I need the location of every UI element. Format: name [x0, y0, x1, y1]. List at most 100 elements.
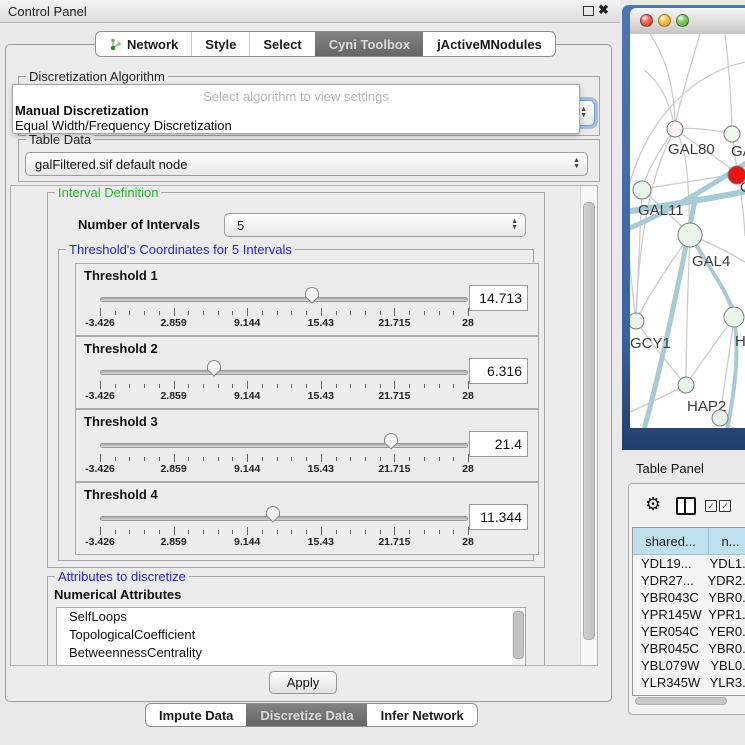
tick-mark: [380, 384, 381, 388]
table-row[interactable]: YBL079WYBL0...: [633, 657, 745, 674]
network-node-GA[interactable]: [724, 126, 740, 142]
slider-track[interactable]: [100, 370, 468, 375]
tick-label: -3.426: [85, 463, 115, 475]
gear-icon[interactable]: ⚙: [645, 494, 661, 515]
tab-discretize-data[interactable]: Discretize Data: [246, 704, 366, 726]
columns-icon[interactable]: [676, 497, 696, 515]
tab-impute-data[interactable]: Impute Data: [146, 704, 246, 726]
threshold-value-field[interactable]: 6.316: [469, 358, 528, 384]
tick-mark: [115, 384, 116, 388]
scrollbar-thumb[interactable]: [635, 697, 727, 705]
tick-mark: [453, 311, 454, 315]
checkbox-icon[interactable]: ✓: [719, 500, 731, 512]
traffic-light-close-icon[interactable]: [640, 14, 653, 27]
table-row[interactable]: YDL19...YDL1...: [633, 555, 745, 572]
screen: Control Panel ✖ Network Style Select Cyn…: [0, 0, 745, 745]
slider-thumb[interactable]: [206, 360, 222, 377]
tick-mark: [306, 457, 307, 461]
tab-style[interactable]: Style: [191, 32, 249, 56]
threshold-value-field[interactable]: 21.4: [469, 431, 528, 457]
tick-mark: [129, 311, 130, 315]
tab-label: Cyni Toolbox: [329, 37, 410, 52]
column-header-name[interactable]: n...: [709, 528, 745, 554]
network-node-GCY1[interactable]: [630, 313, 644, 329]
scrollbar-thumb[interactable]: [513, 611, 524, 659]
threshold-value-field[interactable]: 11.344: [469, 504, 528, 530]
table-row[interactable]: YBR045CYBR0...: [633, 640, 745, 657]
network-node-partial[interactable]: [712, 410, 728, 426]
table-horizontal-scrollbar[interactable]: [633, 697, 743, 705]
apply-button[interactable]: Apply: [269, 671, 337, 694]
settings-scroll-area: Interval Definition Number of Intervals …: [10, 185, 598, 666]
table-row[interactable]: YPR145WYPR1...: [633, 606, 745, 623]
network-edge: [675, 128, 732, 134]
table-row[interactable]: YER054CYER0...: [633, 623, 745, 640]
network-edge: [650, 34, 675, 121]
threshold-label: Threshold 1: [84, 268, 158, 283]
slider-thumb[interactable]: [265, 506, 281, 523]
tick-mark: [424, 384, 425, 388]
traffic-light-zoom-icon[interactable]: [676, 14, 689, 27]
list-item[interactable]: BetweennessCentrality: [57, 644, 525, 662]
threshold-value-field[interactable]: 14.713: [469, 285, 528, 311]
table-header-row: shared... n...: [633, 528, 745, 555]
list-item[interactable]: TopologicalCoefficient: [57, 626, 525, 644]
float-window-icon[interactable]: [583, 6, 594, 16]
network-node-HAP2[interactable]: [678, 377, 694, 393]
column-header-shared-name[interactable]: shared...: [633, 528, 709, 554]
settings-scrollbar[interactable]: [580, 186, 597, 665]
combo-arrows-icon: ▲▼: [573, 153, 580, 175]
tick-label: 28: [462, 536, 474, 548]
tab-select[interactable]: Select: [249, 32, 314, 56]
table-row[interactable]: YDR27...YDR2...: [633, 572, 745, 589]
dropdown-item-equal-width-frequency[interactable]: Equal Width/Frequency Discretization: [15, 118, 232, 133]
tab-infer-network[interactable]: Infer Network: [367, 704, 477, 726]
network-edge: [630, 385, 686, 414]
list-item[interactable]: SelfLoops: [57, 608, 525, 626]
dropdown-item-manual-discretization[interactable]: Manual Discretization: [15, 103, 149, 118]
table-row[interactable]: YIL053CYIL0...: [633, 691, 745, 696]
tab-label: Network: [127, 37, 178, 52]
slider-thumb[interactable]: [383, 433, 399, 450]
tab-network[interactable]: Network: [96, 32, 191, 56]
tick-label: 2.859: [160, 390, 186, 402]
tick-mark: [203, 384, 204, 388]
tick-label: -3.426: [85, 536, 115, 548]
group-title: Attributes to discretize: [55, 569, 189, 584]
slider-track[interactable]: [100, 443, 468, 448]
checkbox-icon[interactable]: ✓: [705, 500, 717, 512]
traffic-light-minimize-icon[interactable]: [658, 14, 671, 27]
network-node-GAL11[interactable]: [633, 181, 651, 199]
table-row[interactable]: YBR043CYBR0...: [633, 589, 745, 606]
network-node-H[interactable]: [724, 307, 744, 327]
tick-mark: [277, 311, 278, 315]
table-row[interactable]: YLR345WYLR3...: [633, 674, 745, 691]
slider-track[interactable]: [100, 516, 468, 521]
tab-label: Select: [263, 37, 301, 52]
network-view-canvas[interactable]: GAL80GACGAL11GAL4GCY1HHAP2: [630, 34, 745, 428]
tick-mark: [409, 384, 410, 388]
cell-shared-name: YER054C: [633, 623, 702, 640]
cell-shared-name: YLR345W: [633, 674, 704, 691]
slider-track[interactable]: [100, 297, 468, 302]
panel-title: Control Panel: [8, 4, 87, 19]
number-of-intervals-combobox[interactable]: 5 ▲▼: [224, 213, 526, 237]
tick-mark: [174, 308, 175, 316]
cell-shared-name: YDR27...: [633, 572, 701, 589]
scrollbar-thumb[interactable]: [583, 202, 595, 640]
table-data-combobox[interactable]: galFiltered.sif default node ▲▼: [25, 152, 588, 176]
tab-cyni-toolbox[interactable]: Cyni Toolbox: [315, 32, 423, 56]
tick-mark: [291, 530, 292, 534]
slider-tick-labels: -3.4262.8599.14415.4321.71528: [100, 463, 468, 476]
node-label: GAL4: [692, 253, 730, 270]
network-node-GAL4[interactable]: [678, 223, 702, 247]
slider-ticks: [100, 527, 468, 535]
tick-mark: [247, 308, 248, 316]
list-scrollbar[interactable]: [512, 609, 524, 666]
slider-thumb[interactable]: [304, 287, 320, 304]
network-node-GAL80[interactable]: [667, 121, 683, 137]
tab-jactivemnodules[interactable]: jActiveMNodules: [423, 32, 555, 56]
node-label: GAL11: [638, 202, 684, 219]
tick-label: 15.43: [308, 536, 334, 548]
close-icon[interactable]: ✖: [598, 2, 609, 18]
